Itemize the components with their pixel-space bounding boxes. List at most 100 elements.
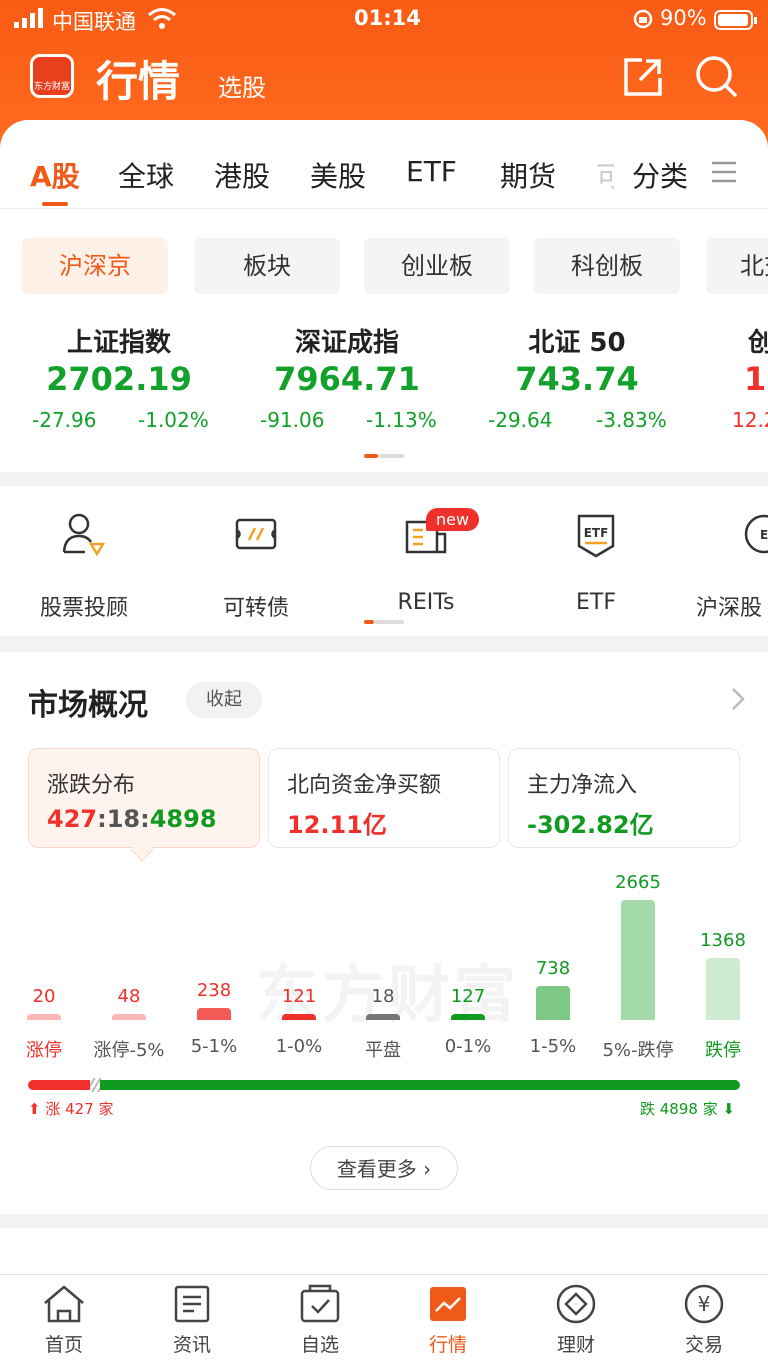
down-count: 跌 4898 家 ⬇ [640, 1100, 736, 1118]
dist-bar [366, 1014, 400, 1020]
card-distribution[interactable]: 涨跌分布 427:18:4898 [28, 748, 260, 848]
trade-icon[interactable]: ¥ [664, 1283, 744, 1325]
dist-bar [451, 1014, 485, 1020]
nav-home[interactable]: 首页 [24, 1330, 104, 1357]
index-name[interactable]: 上证指数 [4, 322, 234, 359]
dist-value: 48 [117, 986, 141, 1007]
entry-etf[interactable]: ETF [516, 590, 676, 615]
dist-bar [197, 1008, 231, 1020]
index-percent: -3.83% [596, 408, 667, 432]
dist-value: 121 [281, 986, 317, 1007]
tab-etf[interactable]: ETF [406, 155, 457, 188]
index-value: 15 [744, 360, 768, 398]
index-name[interactable]: 北证 50 [462, 322, 692, 359]
index-change: -29.64 [488, 408, 553, 432]
carrier-name: 中国联通 [52, 10, 136, 34]
chip-gem[interactable]: 创业板 [364, 238, 510, 294]
dist-value: 2665 [615, 872, 661, 893]
entry-hs-stock[interactable]: 沪深股 [696, 590, 768, 622]
status-time: 01:14 [354, 6, 421, 30]
tab-partial[interactable]: 可 [596, 155, 614, 195]
menu-icon[interactable] [712, 160, 736, 188]
home-icon[interactable] [24, 1283, 104, 1325]
index-name[interactable]: 创 [748, 322, 768, 359]
battery-icon [714, 10, 758, 36]
advisor-icon[interactable] [4, 512, 164, 562]
arrow-up-icon: ⬆ [28, 1100, 41, 1118]
index-value: 2702.19 [46, 360, 192, 398]
index-name[interactable]: 深证成指 [232, 322, 462, 359]
index-percent: -1.02% [138, 408, 209, 432]
up-ratio-bar [28, 1080, 92, 1090]
page-title: 行情 [96, 57, 181, 106]
dist-bar [112, 1014, 146, 1020]
down-ratio-bar [100, 1080, 740, 1090]
watchlist-icon[interactable] [280, 1283, 360, 1325]
dist-label: 5-1% [190, 1036, 238, 1057]
nav-market[interactable]: 行情 [408, 1330, 488, 1357]
dist-value: 20 [32, 986, 56, 1007]
page-indicator [364, 620, 404, 624]
card-title: 涨跌分布 [47, 773, 136, 798]
chip-hs[interactable]: 沪深京 [22, 238, 168, 294]
tab-us[interactable]: 美股 [310, 155, 366, 195]
chip-star[interactable]: 科创板 [534, 238, 680, 294]
card-title: 主力净流入 [527, 773, 638, 798]
tab-a-shares[interactable]: A股 [30, 155, 80, 195]
wealth-icon[interactable] [536, 1283, 616, 1325]
wifi-icon [146, 6, 178, 37]
index-value: 7964.71 [274, 360, 420, 398]
dist-bar [27, 1014, 61, 1020]
entry-advisor[interactable]: 股票投顾 [4, 590, 164, 622]
nav-wealth[interactable]: 理财 [536, 1330, 616, 1357]
card-value: 427:18:4898 [47, 805, 217, 833]
chip-sector[interactable]: 板块 [194, 238, 340, 294]
dist-label: 涨停 [26, 1040, 62, 1061]
tab-global[interactable]: 全球 [118, 155, 174, 195]
chevron-right-icon[interactable] [730, 686, 746, 716]
dist-bar [621, 900, 655, 1020]
up-count: ⬆ 涨 427 家 [28, 1100, 114, 1118]
index-change: 12.2 [732, 408, 768, 432]
dist-label: 1-5% [529, 1036, 577, 1057]
nav-news[interactable]: 资讯 [152, 1330, 232, 1357]
share-icon[interactable] [622, 56, 664, 102]
dist-value: 738 [535, 958, 571, 979]
news-icon[interactable] [152, 1283, 232, 1325]
dist-label: 跌停 [705, 1040, 741, 1061]
stock-picker-link[interactable]: 选股 [218, 68, 266, 103]
card-value: 12.11亿 [287, 811, 387, 839]
market-icon[interactable] [408, 1283, 488, 1325]
dist-value: 238 [196, 980, 232, 1001]
tab-hk[interactable]: 港股 [214, 155, 270, 195]
app-logo[interactable]: 东方财富 [30, 54, 74, 98]
dist-value: 127 [450, 986, 486, 1007]
card-northbound[interactable]: 北向资金净买额 12.11亿 [268, 748, 500, 848]
new-badge: new [426, 508, 480, 531]
svg-text:ETF: ETF [584, 526, 609, 540]
card-value: -302.82亿 [527, 811, 654, 839]
tab-category[interactable]: 分类 [632, 155, 688, 195]
nav-trade[interactable]: 交易 [664, 1330, 744, 1357]
chip-bj[interactable]: 北交 [706, 238, 768, 294]
index-change: -27.96 [32, 408, 97, 432]
card-main-inflow[interactable]: 主力净流入 -302.82亿 [508, 748, 740, 848]
svg-text:ET: ET [760, 528, 768, 542]
entry-convertible-bond[interactable]: 可转债 [176, 590, 336, 622]
page-indicator [364, 454, 404, 458]
tab-futures[interactable]: 期货 [500, 155, 556, 195]
entry-reits[interactable]: REITs [346, 590, 506, 615]
nav-watchlist[interactable]: 自选 [280, 1330, 360, 1357]
hs-stock-icon[interactable]: ET [740, 512, 768, 562]
dist-label: 平盘 [365, 1040, 401, 1061]
dist-label: 5%-跌停 [602, 1040, 674, 1061]
index-change: -91.06 [260, 408, 325, 432]
dist-value: 1368 [700, 930, 746, 951]
search-icon[interactable] [694, 54, 740, 104]
convertible-bond-icon[interactable] [176, 512, 336, 562]
signal-icon [12, 6, 46, 35]
dist-label: 0-1% [444, 1036, 492, 1057]
etf-icon[interactable]: ETF [516, 512, 676, 562]
collapse-button[interactable]: 收起 [186, 682, 262, 718]
view-more-button[interactable]: 查看更多 › [310, 1146, 458, 1190]
